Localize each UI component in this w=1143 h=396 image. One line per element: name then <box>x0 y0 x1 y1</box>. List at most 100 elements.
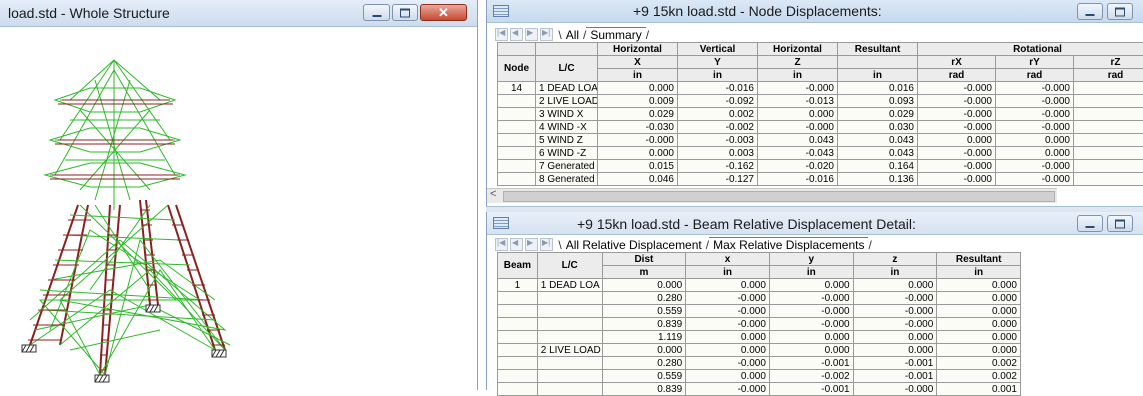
last-record-button[interactable]: ▶| <box>540 238 553 251</box>
y-cell[interactable]: -0.162 <box>678 160 758 173</box>
z-cell[interactable]: -0.043 <box>758 147 838 160</box>
resultant-cell[interactable]: 0.000 <box>937 331 1021 344</box>
beam-cell[interactable] <box>498 318 538 331</box>
lc-cell[interactable] <box>537 331 602 344</box>
resultant-cell[interactable]: 0.030 <box>838 121 918 134</box>
x-cell[interactable]: 0.000 <box>598 82 678 95</box>
beam-cell[interactable] <box>498 383 538 396</box>
node-cell[interactable] <box>498 160 536 173</box>
table-row[interactable]: 11 DEAD LOA0.0000.0000.0000.0000.000 <box>498 279 1021 292</box>
rz-cell[interactable]: -0 <box>1074 147 1143 160</box>
x-cell[interactable]: 0.029 <box>598 108 678 121</box>
node-cell[interactable] <box>498 147 536 160</box>
x-cell[interactable]: -0.000 <box>686 318 770 331</box>
table-row[interactable]: 0.5590.000-0.002-0.0010.002 <box>498 370 1021 383</box>
z-cell[interactable]: -0.020 <box>758 160 838 173</box>
y-cell[interactable]: 0.000 <box>769 331 853 344</box>
node-cell[interactable] <box>498 121 536 134</box>
column-header[interactable]: L/C <box>536 56 598 82</box>
x-cell[interactable]: 0.000 <box>598 147 678 160</box>
tab-summary[interactable]: Summary <box>586 27 645 42</box>
table-row[interactable]: 141 DEAD LOA0.000-0.016-0.0000.016-0.000… <box>498 82 1143 95</box>
x-cell[interactable]: -0.000 <box>686 305 770 318</box>
dist-cell[interactable]: 0.559 <box>602 370 686 383</box>
beam-cell[interactable] <box>498 331 538 344</box>
resultant-cell[interactable]: 0.000 <box>937 318 1021 331</box>
last-record-button[interactable]: ▶| <box>540 28 553 41</box>
z-cell[interactable]: -0.000 <box>758 82 838 95</box>
ry-cell[interactable]: -0.000 <box>996 173 1074 186</box>
table-row[interactable]: 8 Generated I0.046-0.127-0.0160.136-0.00… <box>498 173 1143 186</box>
next-record-button[interactable]: ▶ <box>525 238 538 251</box>
x-cell[interactable]: 0.000 <box>686 279 770 292</box>
lc-cell[interactable]: 4 WIND -X <box>536 121 598 134</box>
x-cell[interactable]: -0.000 <box>686 383 770 396</box>
resultant-cell[interactable]: 0.136 <box>838 173 918 186</box>
beam-cell[interactable] <box>498 370 538 383</box>
lc-cell[interactable] <box>537 318 602 331</box>
z-cell[interactable]: -0.001 <box>853 357 937 370</box>
resultant-cell[interactable]: 0.043 <box>838 134 918 147</box>
dist-cell[interactable]: 0.280 <box>602 292 686 305</box>
y-cell[interactable]: 0.002 <box>678 108 758 121</box>
y-cell[interactable]: -0.000 <box>769 292 853 305</box>
rx-cell[interactable]: -0.000 <box>918 160 996 173</box>
tab-all-relative-displacement[interactable]: All Relative Displacement <box>562 238 706 252</box>
dist-cell[interactable]: 0.559 <box>602 305 686 318</box>
table-row[interactable]: 2 LIVE LOAD0.009-0.092-0.0130.093-0.000-… <box>498 95 1143 108</box>
dist-cell[interactable]: 0.839 <box>602 318 686 331</box>
resultant-cell[interactable]: 0.016 <box>838 82 918 95</box>
table-row[interactable]: 0.280-0.000-0.001-0.0010.002 <box>498 357 1021 370</box>
resultant-cell[interactable]: 0.000 <box>937 344 1021 357</box>
node-cell[interactable] <box>498 173 536 186</box>
beam-cell[interactable]: 1 <box>498 279 538 292</box>
tab-max-relative-displacements[interactable]: Max Relative Displacements <box>709 237 868 252</box>
ry-cell[interactable]: 0.000 <box>996 134 1074 147</box>
column-header[interactable]: y <box>769 253 853 266</box>
rz-cell[interactable]: -0 <box>1074 95 1143 108</box>
y-cell[interactable]: 0.000 <box>769 344 853 357</box>
column-header[interactable]: x <box>686 253 770 266</box>
node-maximize-button[interactable] <box>1107 3 1133 20</box>
ry-cell[interactable]: -0.000 <box>996 108 1074 121</box>
x-cell[interactable]: -0.000 <box>598 134 678 147</box>
prev-record-button[interactable]: ◀ <box>510 28 523 41</box>
next-record-button[interactable]: ▶ <box>525 28 538 41</box>
x-cell[interactable]: 0.009 <box>598 95 678 108</box>
column-header[interactable]: Node <box>498 56 536 82</box>
table-row[interactable]: 7 Generated I0.015-0.162-0.0200.164-0.00… <box>498 160 1143 173</box>
x-cell[interactable]: 0.046 <box>598 173 678 186</box>
z-cell[interactable]: -0.013 <box>758 95 838 108</box>
y-cell[interactable]: -0.016 <box>678 82 758 95</box>
node-minimize-button[interactable] <box>1077 3 1103 20</box>
rx-cell[interactable]: -0.000 <box>918 108 996 121</box>
z-cell[interactable]: -0.000 <box>853 318 937 331</box>
z-cell[interactable]: 0.000 <box>853 331 937 344</box>
dist-cell[interactable]: 0.000 <box>602 344 686 357</box>
table-row[interactable]: 0.839-0.000-0.001-0.0000.001 <box>498 383 1021 396</box>
z-cell[interactable]: 0.000 <box>853 279 937 292</box>
rz-cell[interactable]: -0 <box>1074 82 1143 95</box>
first-record-button[interactable]: |◀ <box>495 238 508 251</box>
lc-cell[interactable] <box>537 357 602 370</box>
ry-cell[interactable]: -0.000 <box>996 160 1074 173</box>
maximize-button[interactable] <box>392 4 418 21</box>
lc-cell[interactable] <box>537 292 602 305</box>
table-row[interactable]: 5 WIND Z-0.000-0.0030.0430.0430.0000.000… <box>498 134 1143 147</box>
z-cell[interactable]: -0.000 <box>758 121 838 134</box>
rx-cell[interactable]: 0.000 <box>918 134 996 147</box>
column-header[interactable]: Resultant <box>937 253 1021 266</box>
z-cell[interactable]: 0.000 <box>853 344 937 357</box>
scroll-thumb[interactable] <box>503 191 1055 202</box>
y-cell[interactable]: -0.000 <box>769 318 853 331</box>
node-cell[interactable] <box>498 95 536 108</box>
minimize-button[interactable] <box>363 4 390 21</box>
beam-maximize-button[interactable] <box>1107 215 1133 232</box>
horizontal-scrollbar[interactable]: < <box>487 188 1057 203</box>
y-cell[interactable]: -0.002 <box>678 121 758 134</box>
column-header[interactable]: rX <box>918 56 996 69</box>
z-cell[interactable]: -0.000 <box>853 292 937 305</box>
y-cell[interactable]: -0.127 <box>678 173 758 186</box>
resultant-cell[interactable]: 0.000 <box>937 292 1021 305</box>
resultant-cell[interactable]: 0.029 <box>838 108 918 121</box>
